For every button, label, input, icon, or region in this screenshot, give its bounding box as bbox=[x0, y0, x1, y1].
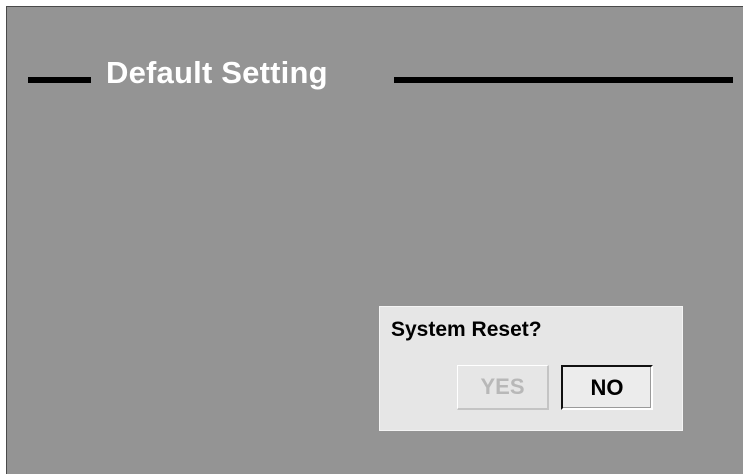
system-reset-dialog: System Reset? YES NO bbox=[379, 306, 683, 431]
page-title: Default Setting bbox=[106, 55, 328, 90]
yes-button[interactable]: YES bbox=[457, 365, 549, 410]
title-divider-right bbox=[394, 77, 733, 83]
default-setting-screen: Default Setting System Reset? YES NO bbox=[6, 6, 743, 474]
dialog-message: System Reset? bbox=[391, 318, 542, 341]
no-button[interactable]: NO bbox=[561, 365, 653, 410]
title-divider-left bbox=[28, 77, 91, 83]
